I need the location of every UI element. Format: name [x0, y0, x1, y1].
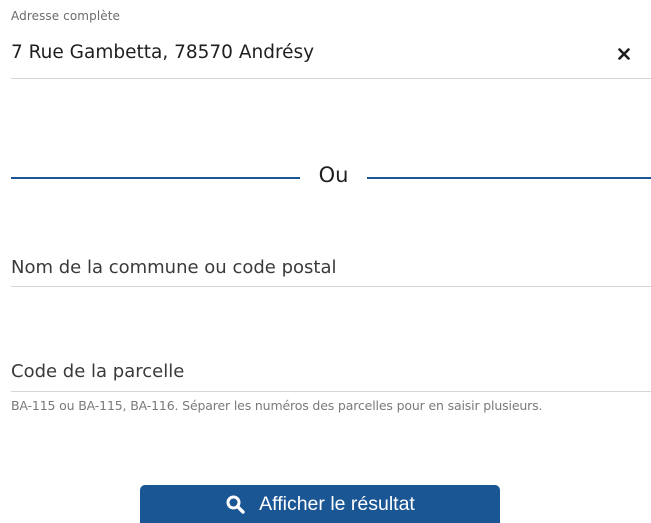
separator-line-left — [11, 177, 300, 179]
clear-address-button[interactable] — [611, 41, 637, 67]
search-icon — [225, 494, 245, 514]
close-icon — [618, 48, 630, 60]
commune-input[interactable]: Nom de la commune ou code postal — [11, 257, 336, 278]
address-field-label: Adresse complète — [11, 9, 121, 23]
parcel-input[interactable]: Code de la parcelle — [11, 361, 184, 382]
separator-label: Ou — [318, 163, 349, 187]
address-input[interactable]: 7 Rue Gambetta, 78570 Andrésy — [11, 42, 314, 63]
parcel-field-underline — [11, 391, 651, 392]
parcel-hint: BA-115 ou BA-115, BA-116. Séparer les nu… — [11, 398, 543, 413]
show-result-label: Afficher le résultat — [259, 492, 415, 515]
commune-field-underline — [11, 286, 651, 287]
address-field-underline — [11, 78, 651, 79]
show-result-button[interactable]: Afficher le résultat — [140, 485, 500, 523]
separator-line-right — [367, 177, 651, 179]
